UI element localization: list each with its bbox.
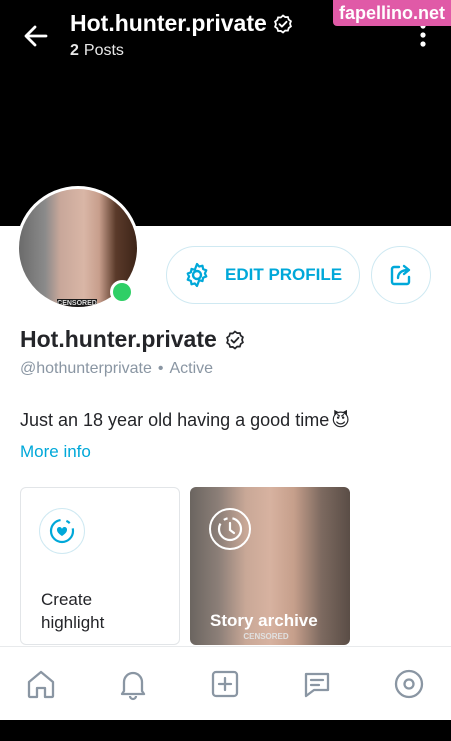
story-archive-label: Story archive — [210, 611, 318, 630]
plus-square-icon — [211, 670, 239, 698]
watermark-logo: fapellino.net — [333, 0, 451, 26]
separator-dot: • — [157, 360, 164, 377]
profile-name: Hot.hunter.private — [20, 326, 245, 353]
create-highlight-label: Create highlight — [41, 588, 104, 634]
online-status-dot — [110, 280, 134, 304]
profile-icon — [394, 669, 424, 699]
verified-icon — [273, 13, 292, 34]
profile-bio: Just an 18 year old having a good time 😈 — [20, 410, 350, 431]
more-info-link[interactable]: More info — [20, 442, 91, 462]
posts-number: 2 — [70, 42, 79, 59]
highlight-add-icon — [39, 508, 85, 554]
nav-new-post[interactable] — [206, 665, 244, 703]
archive-censored-label: CENSORED — [243, 632, 289, 641]
nav-profile[interactable] — [390, 665, 428, 703]
devil-emoji-icon: 😈 — [331, 410, 350, 430]
activity-status: Active — [169, 360, 214, 377]
edit-profile-label: EDIT PROFILE — [225, 265, 343, 284]
bell-icon — [120, 671, 146, 701]
share-button[interactable] — [371, 246, 431, 304]
create-highlight-line2: highlight — [41, 613, 105, 632]
posts-label: Posts — [83, 42, 124, 59]
nav-home[interactable] — [22, 665, 60, 703]
gear-icon — [186, 262, 208, 288]
verified-icon — [225, 329, 244, 350]
create-highlight-line1: Create — [41, 590, 93, 609]
system-navigation-bar — [0, 720, 451, 741]
nav-messages[interactable] — [298, 665, 336, 703]
posts-count: 2 Posts — [70, 42, 124, 60]
censored-label: CENSORED — [57, 299, 97, 307]
share-icon — [390, 264, 411, 286]
header-title-text: Hot.hunter.private — [70, 10, 267, 36]
back-arrow-icon[interactable] — [22, 22, 50, 50]
create-highlight-card[interactable]: Create highlight — [20, 487, 180, 645]
home-icon — [27, 670, 55, 699]
header-title: Hot.hunter.private — [70, 10, 293, 37]
nav-notifications[interactable] — [114, 665, 152, 703]
profile-handle-row: @hothunterprivate • Active — [20, 360, 213, 378]
bio-text: Just an 18 year old having a good time — [20, 410, 330, 430]
message-icon — [304, 672, 330, 698]
edit-profile-button[interactable]: EDIT PROFILE — [166, 246, 360, 304]
profile-name-text: Hot.hunter.private — [20, 326, 217, 352]
story-archive-icon — [209, 508, 251, 550]
bottom-navigation — [0, 646, 451, 721]
story-archive-card[interactable]: Story archive CENSORED — [190, 487, 350, 645]
profile-handle: @hothunterprivate — [20, 360, 152, 377]
